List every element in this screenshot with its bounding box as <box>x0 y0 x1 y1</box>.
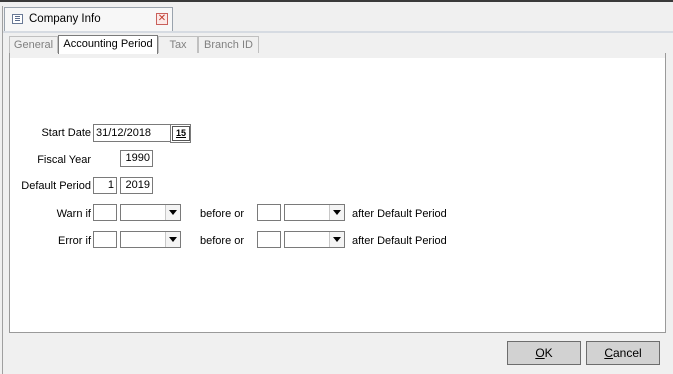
warn-after-unit-select[interactable] <box>284 204 345 221</box>
ok-label-rest: K <box>544 346 553 360</box>
tab-branch-id[interactable]: Branch ID <box>198 36 259 53</box>
default-period-year-input[interactable]: 2019 <box>120 177 153 194</box>
error-after-count-input[interactable] <box>257 231 281 248</box>
chevron-down-icon[interactable] <box>329 232 344 247</box>
warn-after-label: after Default Period <box>352 208 447 220</box>
window-left-border <box>2 6 3 374</box>
warn-after-count-input[interactable] <box>257 204 281 221</box>
document-tab-title: Company Info <box>29 13 101 25</box>
warn-if-label: Warn if <box>56 208 91 220</box>
cancel-button[interactable]: Cancel <box>586 341 660 365</box>
warn-before-or-label: before or <box>200 208 245 220</box>
list-form-icon <box>12 14 23 24</box>
start-date-input[interactable]: 31/12/2018 <box>93 124 172 142</box>
cancel-mnemonic: C <box>604 346 613 360</box>
cancel-label-rest: ancel <box>612 346 642 360</box>
default-period-input[interactable]: 1 <box>93 177 117 194</box>
tab-general[interactable]: General <box>9 36 58 53</box>
fiscal-year-input[interactable]: 1990 <box>120 150 153 167</box>
ok-mnemonic: O <box>535 346 545 360</box>
close-icon[interactable]: ✕ <box>156 13 168 25</box>
warn-before-unit-select[interactable] <box>120 204 181 221</box>
default-period-label: Default Period <box>21 180 91 192</box>
tab-accounting-period[interactable]: Accounting Period <box>58 35 158 54</box>
fiscal-year-label: Fiscal Year <box>37 154 91 166</box>
calendar-icon[interactable]: 15 <box>172 126 190 141</box>
document-tab-bar <box>3 31 673 33</box>
ok-button[interactable]: OK <box>507 341 581 365</box>
tab-tax[interactable]: Tax <box>158 36 198 53</box>
error-before-count-input[interactable] <box>93 231 117 248</box>
calendar-button-frame[interactable]: 15 <box>170 124 191 143</box>
chevron-down-icon[interactable] <box>165 232 180 247</box>
error-before-unit-select[interactable] <box>120 231 181 248</box>
error-before-or-label: before or <box>200 235 245 247</box>
chevron-down-icon[interactable] <box>165 205 180 220</box>
error-after-unit-select[interactable] <box>284 231 345 248</box>
warn-before-count-input[interactable] <box>93 204 117 221</box>
chevron-down-icon[interactable] <box>329 205 344 220</box>
error-after-label: after Default Period <box>352 235 447 247</box>
window-top-border <box>0 0 673 2</box>
error-if-label: Error if <box>58 235 91 247</box>
document-tab-company-info[interactable]: Company Info ✕ <box>4 7 173 31</box>
start-date-label: Start Date <box>41 127 91 139</box>
